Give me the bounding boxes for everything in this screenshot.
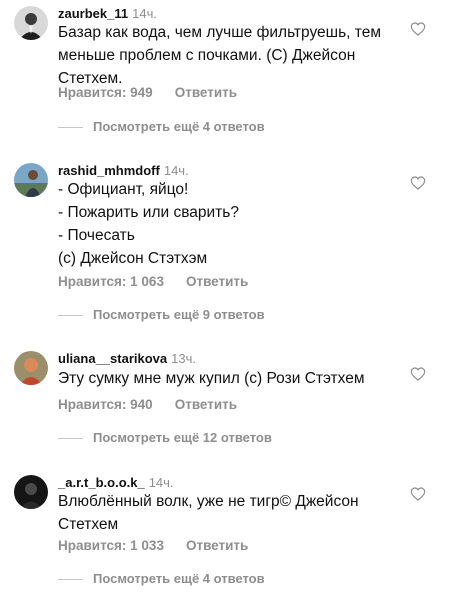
avatar[interactable]: [14, 475, 48, 509]
reply-button[interactable]: Ответить: [186, 538, 248, 553]
comment-text: Эту сумку мне муж купил (с) Рози Стэтхем: [58, 367, 408, 390]
view-replies-label: Посмотреть ещё 4 ответов: [93, 571, 265, 586]
comment-text-line: (с) Джейсон Стэтхэм: [58, 250, 208, 267]
comment-text-line: Эту сумку мне муж купил (с) Рози Стэтхем: [58, 370, 365, 387]
timestamp: 13ч.: [171, 351, 196, 366]
reply-button[interactable]: Ответить: [175, 397, 237, 412]
view-replies-button[interactable]: Посмотреть ещё 4 ответов: [58, 119, 265, 134]
comment-text-line: Влюблённый волк, уже не тигр© Джейсон: [58, 493, 359, 510]
heart-icon[interactable]: [410, 175, 426, 191]
heart-icon[interactable]: [410, 486, 426, 502]
likes-count[interactable]: Нравится: 949: [58, 85, 153, 100]
user-photo-icon: [14, 351, 48, 385]
timestamp: 14ч.: [163, 163, 189, 178]
divider-line: [58, 315, 83, 317]
username[interactable]: uliana__starikova: [58, 351, 167, 366]
comment-text-line: - Пожарить или сварить?: [58, 204, 239, 221]
heart-icon[interactable]: [410, 21, 426, 37]
likes-count[interactable]: Нравится: 1 033: [58, 538, 164, 553]
reply-button[interactable]: Ответить: [175, 85, 237, 100]
avatar[interactable]: [14, 351, 48, 385]
username[interactable]: _a.r.t_b.o.o.k_: [58, 475, 145, 490]
likes-count[interactable]: Нравится: 940: [58, 397, 153, 412]
divider-line: [58, 127, 83, 129]
timestamp: 14ч.: [132, 6, 157, 21]
avatar[interactable]: [14, 6, 48, 40]
comment-text-line: - Почесать: [58, 227, 135, 244]
view-replies-label: Посмотреть ещё 9 ответов: [93, 307, 265, 322]
avatar[interactable]: [14, 163, 48, 197]
comment-text-line: Стетхем: [58, 516, 119, 533]
comment-text-line: - Официант, яйцо!: [58, 181, 189, 198]
divider-line: [58, 438, 83, 440]
divider-line: [58, 579, 83, 581]
comment-text-line: меньше проблем с почками. (С) Джейсон: [58, 47, 356, 64]
username[interactable]: zaurbek_11: [58, 6, 128, 21]
user-photo-icon: [14, 475, 48, 509]
view-replies-label: Посмотреть ещё 4 ответов: [93, 119, 265, 134]
user-photo-icon: [14, 6, 48, 40]
view-replies-button[interactable]: Посмотреть ещё 12 ответов: [58, 430, 272, 445]
username[interactable]: rashid_mhmdoff: [58, 163, 160, 178]
timestamp: 14ч.: [148, 475, 174, 490]
likes-count[interactable]: Нравится: 1 063: [58, 274, 164, 289]
view-replies-button[interactable]: Посмотреть ещё 9 ответов: [58, 307, 265, 322]
user-photo-icon: [14, 163, 48, 197]
comment-text: Базар как вода, чем лучше фильтруешь, те…: [58, 21, 408, 90]
heart-icon[interactable]: [410, 366, 426, 382]
comment-text: Влюблённый волк, уже не тигр© Джейсон Ст…: [58, 490, 408, 536]
comment-text-line: Базар как вода, чем лучше фильтруешь, те…: [58, 24, 381, 41]
view-replies-label: Посмотреть ещё 12 ответов: [93, 430, 272, 445]
reply-button[interactable]: Ответить: [186, 274, 248, 289]
comment-text: - Официант, яйцо! - Пожарить или сварить…: [58, 178, 408, 270]
view-replies-button[interactable]: Посмотреть ещё 4 ответов: [58, 571, 265, 586]
